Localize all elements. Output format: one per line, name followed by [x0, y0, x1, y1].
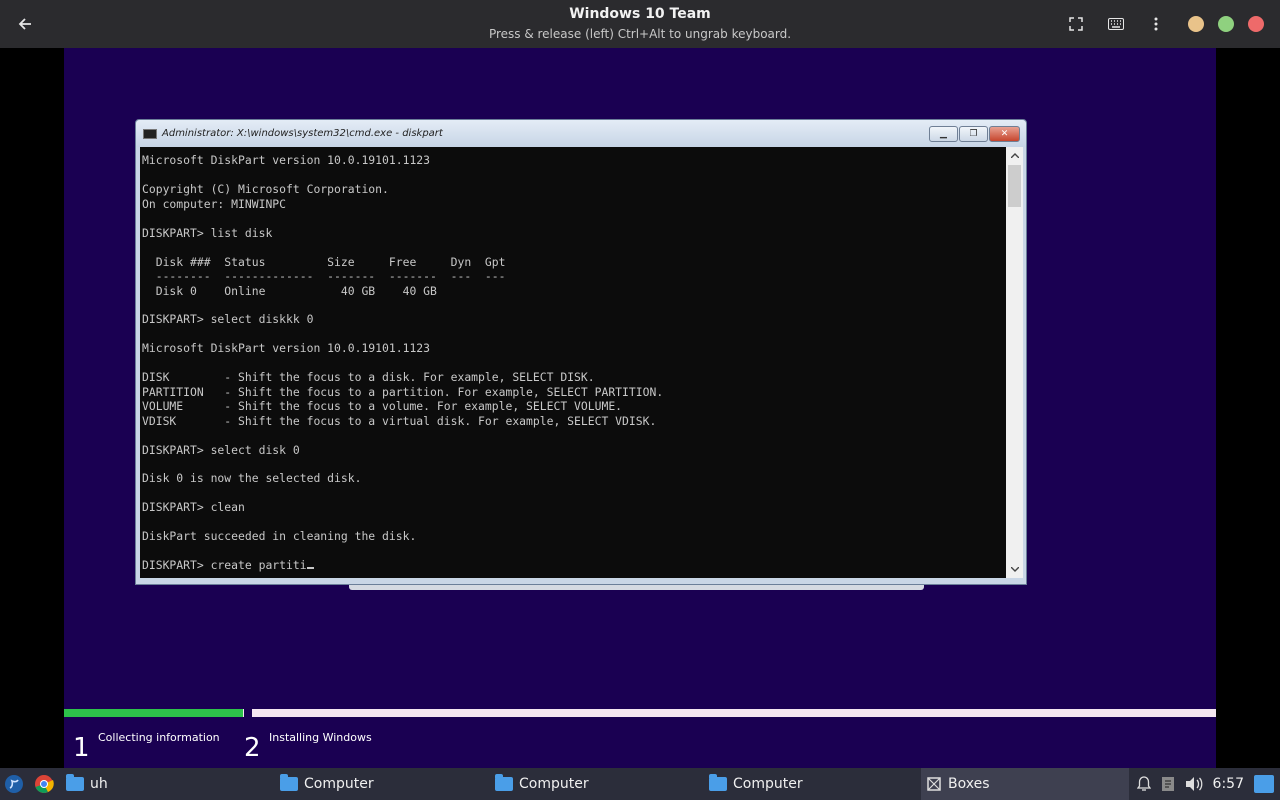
cmd-icon	[143, 129, 157, 139]
console-input-line[interactable]: DISKPART> create partiti	[142, 558, 307, 572]
scroll-thumb[interactable]	[1008, 165, 1021, 207]
distro-logo-icon	[5, 775, 23, 793]
clipboard-icon[interactable]	[1161, 776, 1175, 792]
step-label: Installing Windows	[269, 731, 372, 744]
minimize-button[interactable]	[1188, 16, 1204, 32]
menu-icon	[1154, 17, 1158, 31]
taskbar: uh Computer Computer Computer Boxes 6:57	[0, 768, 1280, 800]
chrome-icon	[35, 775, 54, 793]
taskbar-item-computer-2[interactable]: Computer	[495, 768, 695, 800]
system-tray: 6:57	[1136, 768, 1280, 800]
scroll-up-button[interactable]	[1006, 147, 1023, 164]
taskbar-item-label: Computer	[304, 776, 374, 792]
folder-icon	[66, 774, 84, 791]
setup-dialog-edge	[349, 585, 924, 590]
clock[interactable]: 6:57	[1213, 776, 1244, 792]
fullscreen-button[interactable]	[1062, 12, 1090, 36]
menu-button[interactable]	[1142, 12, 1170, 36]
taskbar-item-computer-1[interactable]: Computer	[280, 768, 480, 800]
chrome-launcher[interactable]	[34, 768, 54, 800]
minimize-icon: ▁	[940, 129, 947, 139]
cmd-restore-button[interactable]: ❐	[959, 126, 988, 142]
taskbar-item-label: uh	[90, 776, 108, 792]
folder-icon	[709, 774, 727, 791]
keyboard-icon	[1108, 18, 1124, 30]
cmd-window[interactable]: Administrator: X:\windows\system32\cmd.e…	[135, 119, 1027, 585]
text-cursor	[306, 567, 314, 570]
setup-progress-bar	[64, 709, 1216, 717]
step-label: Collecting information	[98, 731, 220, 744]
boxes-headerbar: Windows 10 Team Press & release (left) C…	[0, 0, 1280, 48]
step-number: 2	[244, 733, 261, 763]
scroll-down-button[interactable]	[1006, 561, 1023, 578]
vm-letterbox-right	[1216, 48, 1280, 768]
progress-divider	[244, 709, 252, 717]
cmd-minimize-button[interactable]: ▁	[929, 126, 958, 142]
chevron-up-icon	[1010, 153, 1019, 158]
vm-display[interactable]: Administrator: X:\windows\system32\cmd.e…	[64, 48, 1216, 768]
folder-icon	[280, 774, 298, 791]
setup-progress-fill	[64, 709, 243, 717]
notifications-icon[interactable]	[1136, 776, 1151, 792]
maximize-button[interactable]	[1218, 16, 1234, 32]
cmd-close-button[interactable]: ✕	[989, 126, 1020, 142]
taskbar-item-label: Computer	[733, 776, 803, 792]
vm-letterbox-left	[0, 48, 64, 768]
fullscreen-icon	[1069, 17, 1083, 31]
start-menu-button[interactable]	[4, 768, 24, 800]
console-output[interactable]: Microsoft DiskPart version 10.0.19101.11…	[140, 147, 1006, 578]
restore-icon: ❐	[969, 129, 978, 139]
show-desktop-button[interactable]	[1254, 775, 1274, 793]
taskbar-item-uh[interactable]: uh	[66, 768, 266, 800]
taskbar-item-label: Boxes	[948, 776, 990, 792]
taskbar-item-label: Computer	[519, 776, 589, 792]
taskbar-item-boxes[interactable]: Boxes	[921, 768, 1129, 800]
cmd-titlebar[interactable]: Administrator: X:\windows\system32\cmd.e…	[136, 120, 1026, 147]
console-scrollbar[interactable]	[1006, 147, 1023, 578]
volume-icon[interactable]	[1185, 776, 1203, 792]
cmd-title-text: Administrator: X:\windows\system32\cmd.e…	[162, 128, 443, 139]
close-icon: ✕	[1000, 129, 1009, 139]
boxes-app-icon	[927, 777, 941, 791]
folder-icon	[495, 774, 513, 791]
keyboard-button[interactable]	[1102, 12, 1130, 36]
step-number: 1	[73, 733, 90, 763]
taskbar-item-computer-3[interactable]: Computer	[709, 768, 909, 800]
chevron-down-icon	[1010, 567, 1019, 572]
close-button[interactable]	[1248, 16, 1264, 32]
console-text: Microsoft DiskPart version 10.0.19101.11…	[142, 153, 664, 544]
